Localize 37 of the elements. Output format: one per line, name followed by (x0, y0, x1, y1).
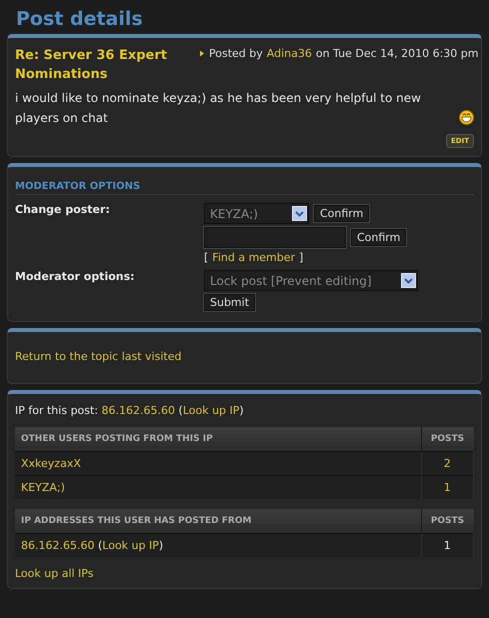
byline-text: on Tue Dec 14, 2010 6:30 pm (316, 47, 479, 60)
ip-sentence: IP for this post: 86.162.65.60 (Look up IP) (15, 404, 245, 417)
column-header: OTHER USERS POSTING FROM THIS IP (15, 427, 421, 452)
link[interactable]: KEYZA;) (21, 481, 65, 494)
submit-button[interactable]: Submit (204, 294, 256, 311)
page-title: Post details (15, 7, 144, 32)
poster-select[interactable]: KEYZA;) (204, 203, 309, 224)
field-label: Moderator options: (15, 270, 136, 285)
link[interactable]: 86.162.65.60 (21, 539, 94, 552)
posts-cell: 1 (421, 534, 474, 557)
post-title[interactable]: Re: Server 36 Expert Nominations (15, 46, 193, 84)
posts-cell: 1 (421, 476, 474, 499)
link[interactable]: XxkeyzaxX (21, 457, 81, 470)
posts-cell: 2 (421, 452, 474, 476)
smiley-icon (459, 110, 474, 125)
author-link[interactable]: Adina36 (266, 47, 312, 60)
column-header: POSTS (421, 427, 474, 452)
return-link[interactable]: Return to the topic last visited (15, 340, 474, 375)
bullet-icon (199, 50, 205, 57)
link[interactable]: Look up IP (182, 404, 240, 417)
section-heading: MODERATOR OPTIONS (15, 181, 474, 195)
link[interactable]: Look up IP (102, 539, 159, 552)
bracket-text: [ (204, 251, 208, 264)
field-label: Change poster: (15, 203, 111, 218)
bracket-text: ] (299, 251, 304, 264)
moderator-select[interactable]: Lock post [Prevent editing] (204, 270, 418, 291)
byline-text: Posted by (209, 47, 263, 60)
table-cell: 86.162.65.60 (Look up IP) (15, 534, 421, 557)
post-body: i would like to nominate keyza;) as he has been very helpful to new players on chat (15, 90, 422, 127)
column-header: IP ADDRESSES THIS USER HAS POSTED FROM (15, 509, 421, 534)
link[interactable]: 86.162.65.60 (102, 404, 176, 417)
find-member-link[interactable]: Find a member (212, 251, 296, 264)
look-up-all-link[interactable]: Look up all IPs (15, 567, 94, 580)
username-field[interactable] (204, 227, 346, 248)
confirm-button[interactable]: Confirm (314, 205, 370, 222)
confirm-button[interactable]: Confirm (351, 229, 406, 246)
column-header: POSTS (421, 509, 474, 534)
